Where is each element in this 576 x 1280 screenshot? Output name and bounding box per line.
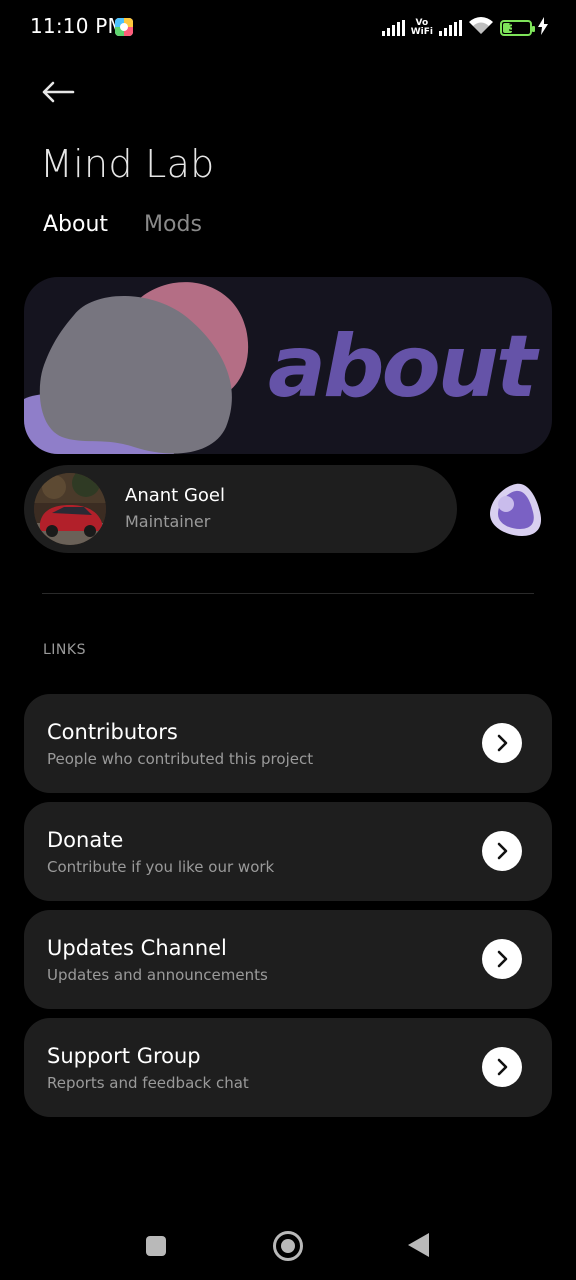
signal-icon (381, 20, 405, 36)
link-title: Contributors (47, 720, 178, 744)
chevron-right-icon[interactable] (482, 723, 522, 763)
triangle-back-icon[interactable] (408, 1233, 429, 1257)
link-subtitle: Reports and feedback chat (47, 1074, 249, 1092)
link-subtitle: Contribute if you like our work (47, 858, 275, 876)
link-title: Support Group (47, 1044, 201, 1068)
status-icons: Vo WiFi 33 (381, 14, 548, 42)
link-donate[interactable]: Donate Contribute if you like our work (24, 802, 552, 901)
link-updates-channel[interactable]: Updates Channel Updates and announcement… (24, 910, 552, 1009)
square-icon[interactable] (146, 1236, 166, 1256)
link-title: Donate (47, 828, 124, 852)
battery-level: 33 (508, 21, 524, 34)
banner-text: about (268, 317, 537, 417)
tab-about[interactable]: About (43, 212, 108, 237)
tab-mods[interactable]: Mods (144, 212, 202, 237)
link-title: Updates Channel (47, 936, 227, 960)
system-nav-bar (0, 1212, 576, 1280)
link-contributors[interactable]: Contributors People who contributed this… (24, 694, 552, 793)
back-button[interactable] (36, 72, 80, 112)
arrow-left-icon (42, 81, 75, 103)
vowifi-icon: Vo WiFi (411, 19, 433, 37)
status-bar: 11:10 PM Vo WiFi 33 (0, 0, 576, 56)
status-time: 11:10 PM (30, 14, 125, 38)
maintainer-role: Maintainer (125, 512, 211, 531)
app-logo-icon (482, 478, 546, 542)
circle-icon[interactable] (273, 1231, 303, 1261)
tab-bar: About Mods (43, 212, 202, 237)
links-section-label: LINKS (43, 642, 86, 658)
maintainer-name: Anant Goel (125, 485, 225, 506)
chevron-right-icon[interactable] (482, 831, 522, 871)
chevron-right-icon[interactable] (482, 1047, 522, 1087)
battery-icon: 33 (500, 20, 535, 36)
avatar (34, 473, 106, 545)
wifi-icon (468, 16, 494, 40)
charging-icon (538, 17, 548, 39)
maintainer-card[interactable]: Anant Goel Maintainer (24, 465, 457, 553)
vowifi-label-bottom: WiFi (410, 27, 433, 37)
page-title: Mind Lab (40, 142, 215, 186)
chevron-right-icon[interactable] (482, 939, 522, 979)
divider (42, 593, 534, 594)
link-support-group[interactable]: Support Group Reports and feedback chat (24, 1018, 552, 1117)
about-banner: about (24, 277, 552, 454)
link-subtitle: People who contributed this project (47, 750, 314, 768)
app-notification-icon (115, 18, 133, 36)
link-subtitle: Updates and announcements (47, 966, 268, 984)
signal-icon-2 (439, 20, 462, 36)
